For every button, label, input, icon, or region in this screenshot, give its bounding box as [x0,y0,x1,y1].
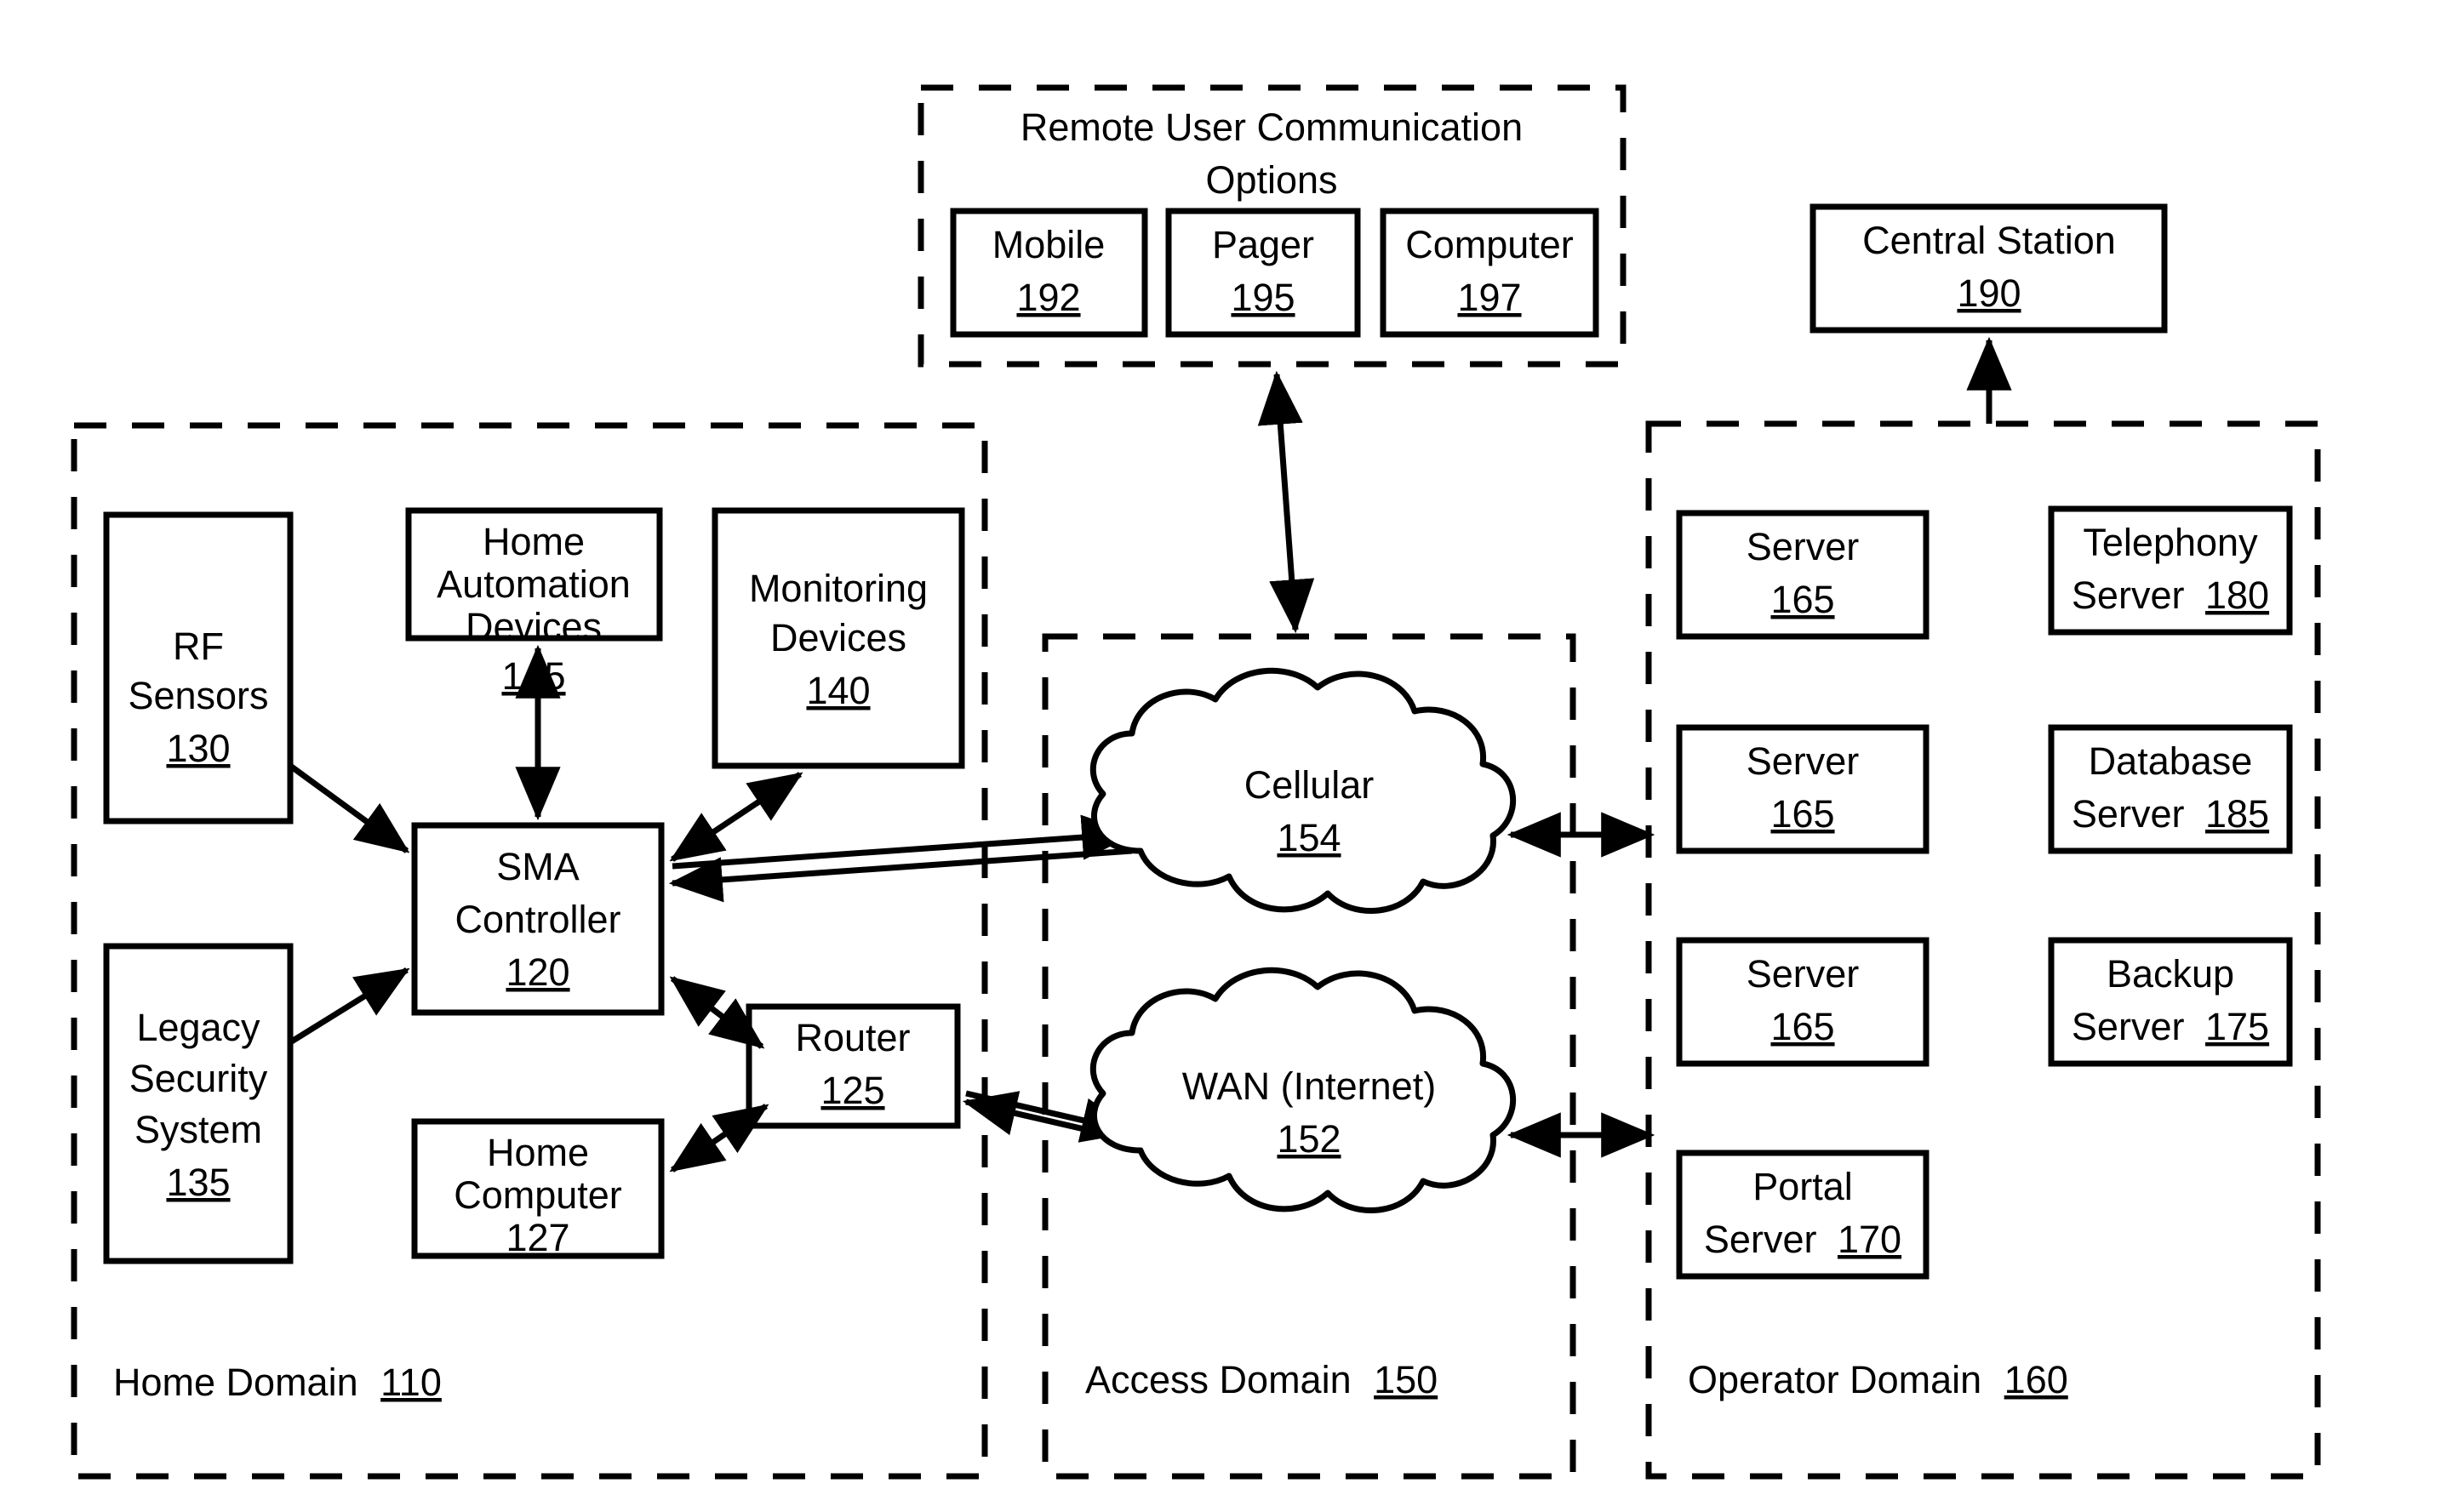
connector-rf-sensors-to-sma [288,763,410,853]
node-pager-ref: 195 [1231,276,1295,319]
node-server-1-label: Server [1747,525,1860,568]
node-wan-label: WAN (Internet) [1182,1064,1436,1108]
node-monitoring-devices-ref: 140 [806,669,870,712]
home-domain-label-ref: 110 [380,1361,442,1404]
node-home-automation-label-line2: Automation [437,562,631,606]
node-backup-server-inline: Server [2072,1005,2185,1048]
node-telephony-server-label-line1: Telephony [2083,521,2258,564]
node-computer-ref: 197 [1457,276,1521,319]
node-database-server-label-line2: Server 185 [2072,792,2269,836]
access-domain-label-ref: 150 [1374,1358,1438,1401]
node-server-2-ref: 165 [1770,792,1834,836]
node-rf-sensors-label-line1: RF [173,625,224,668]
node-legacy-security-label-line3: System [134,1108,262,1151]
connector-access-domain-to-remote-user [1257,370,1315,634]
node-legacy-security-ref: 135 [166,1161,230,1204]
node-sma-controller-ref: 120 [506,950,569,994]
node-rf-sensors-label-line2: Sensors [128,674,268,717]
node-legacy-security-label-line1: Legacy [136,1006,260,1049]
remote-user-options-title-line1: Remote User Communication [1021,106,1523,149]
node-central-station-ref: 190 [1957,271,2021,315]
node-backup-server-ref: 175 [2205,1005,2269,1048]
node-portal-server-label-line1: Portal [1752,1165,1853,1208]
access-domain-label: Access Domain 150 [1085,1358,1438,1401]
node-home-computer-label-line1: Home [487,1131,589,1174]
node-central-station-label: Central Station [1862,219,2116,262]
node-legacy-security-label-line2: Security [129,1057,268,1100]
node-telephony-server-inline: Server [2072,573,2185,617]
node-backup-server-label-line2: Server 175 [2072,1005,2269,1048]
node-cellular-ref: 154 [1277,816,1341,859]
node-mobile-ref: 192 [1016,276,1080,319]
operator-domain-label-ref: 160 [2004,1358,2068,1401]
node-server-3-label: Server [1747,952,1860,996]
node-database-server-inline: Server [2072,792,2185,836]
node-rf-sensors-box[interactable] [103,511,294,824]
node-router-label: Router [795,1016,910,1059]
node-router-ref: 125 [820,1069,884,1112]
remote-user-options-title-line2: Options [1205,158,1337,202]
home-domain-label-text: Home Domain [113,1361,358,1404]
operator-domain-label: Operator Domain 160 [1688,1358,2068,1401]
node-legacy-security-system-box[interactable] [103,943,294,1264]
connector-cellular-to-sma-in [668,847,1133,903]
node-rf-sensors-ref: 130 [166,727,230,770]
node-computer-label: Computer [1405,223,1574,266]
node-home-computer-ref: 127 [506,1216,569,1259]
node-monitoring-devices-label-line1: Monitoring [749,567,928,610]
node-home-automation-ref: 145 [501,654,565,698]
node-database-server-label-line1: Database [2089,739,2253,783]
node-telephony-server-ref: 180 [2205,573,2269,617]
access-domain-label-text: Access Domain [1085,1358,1352,1401]
system-architecture-diagram: Remote User Communication Options Mobile… [71,84,2321,1480]
node-wan-ref: 152 [1277,1117,1341,1161]
connector-legacy-security-to-sma [289,967,410,1045]
node-portal-server-label-line2: Server 170 [1704,1218,1901,1261]
node-server-1-ref: 165 [1770,578,1834,621]
connector-sma-to-cellular-out [672,814,1136,870]
connector-home-computer-to-router [669,1104,769,1173]
node-server-2-label: Server [1747,739,1860,783]
connector-monitoring-devices-to-sma [669,772,803,862]
node-sma-controller-label-line2: Controller [455,898,620,941]
node-pager-label: Pager [1212,223,1314,266]
node-home-computer-label-line2: Computer [454,1173,622,1217]
node-server-3-ref: 165 [1770,1005,1834,1048]
node-database-server-ref: 185 [2205,792,2269,836]
figure-canvas: Remote User Communication Options Mobile… [0,0,2447,1512]
node-mobile-label: Mobile [992,223,1106,266]
node-backup-server-label-line1: Backup [2107,952,2234,996]
node-telephony-server-label-line2: Server 180 [2072,573,2269,617]
node-portal-server-ref: 170 [1838,1218,1901,1261]
node-portal-server-inline: Server [1704,1218,1817,1261]
operator-domain-label-text: Operator Domain [1688,1358,1981,1401]
node-home-automation-label-line3: Devices [466,605,602,648]
node-cellular-label: Cellular [1244,763,1375,807]
home-domain-label: Home Domain 110 [113,1361,442,1404]
node-monitoring-devices-label-line2: Devices [770,616,906,659]
node-sma-controller-label-line1: SMA [496,845,580,888]
node-home-automation-label-line1: Home [483,520,585,563]
